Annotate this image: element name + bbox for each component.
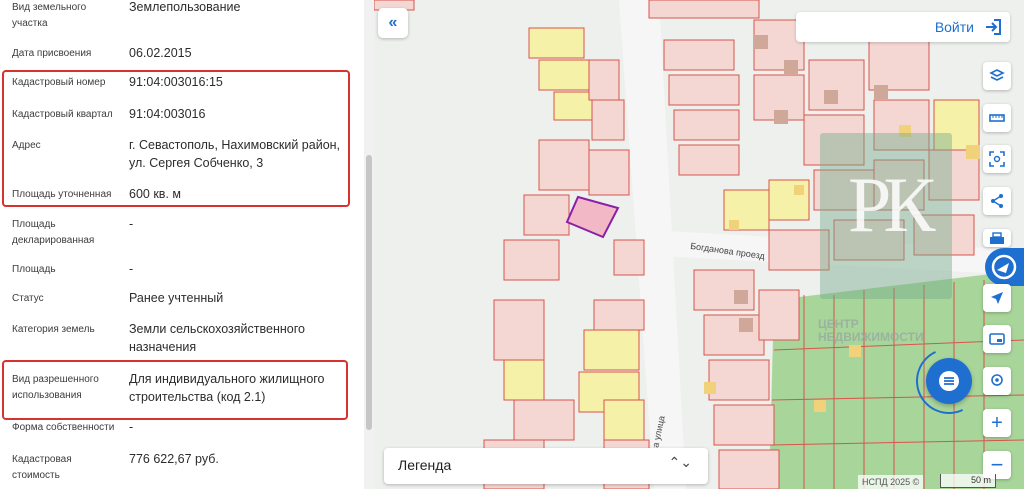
login-button[interactable]: Войти: [796, 12, 1010, 42]
login-icon: [986, 19, 1001, 35]
watermark-letters: РК: [848, 161, 935, 248]
share-button[interactable]: [983, 187, 1011, 215]
ruler-icon: [989, 114, 1005, 122]
chevron-updown-icon: ⌃⌄: [668, 454, 692, 470]
legend-dropdown[interactable]: Легенда ⌃⌄: [384, 448, 708, 484]
map-scale: 50 m: [940, 474, 996, 488]
field-value: 776 622,67 руб.: [129, 452, 219, 466]
screen-icon: [989, 333, 1005, 345]
pin-search-icon: [991, 374, 1003, 386]
field-label: Площадь: [12, 264, 56, 275]
watermark-text-line: НЕДВИЖИМОСТИ: [818, 330, 924, 344]
watermark-text: ЦЕНТР НЕДВИЖИМОСТИ: [818, 318, 924, 344]
field-value: -: [129, 420, 134, 434]
field-value: Ранее учтенный: [129, 291, 224, 305]
highlight-box-usage: [2, 360, 348, 420]
legend-label: Легенда: [398, 457, 452, 473]
zoom-in-button[interactable]: +: [983, 409, 1011, 437]
login-label: Войти: [934, 19, 974, 35]
chat-icon: [939, 371, 959, 391]
highlight-box-cadastral: [2, 70, 350, 207]
field-label: Вид земельного участка: [12, 2, 87, 29]
assistant-side-button[interactable]: [985, 248, 1024, 286]
print-button[interactable]: [983, 229, 1011, 247]
zoom-in-icon: +: [991, 412, 1003, 434]
locate-icon: [991, 292, 1003, 304]
map-attribution[interactable]: НСПД 2025 ©: [858, 475, 924, 489]
field-label: Статус: [12, 293, 44, 304]
chat-button[interactable]: [926, 358, 972, 404]
area-select-icon: [989, 151, 1005, 167]
share-icon: [991, 194, 1003, 208]
field-label: Дата присвоения: [12, 48, 92, 59]
assistant-icon: [991, 254, 1017, 280]
print-icon: [990, 232, 1004, 244]
screen-button[interactable]: [983, 325, 1011, 353]
ruler-button[interactable]: [983, 104, 1011, 132]
pin-search-button[interactable]: [983, 367, 1011, 395]
collapse-panel-button[interactable]: «: [378, 8, 408, 38]
field-value: -: [129, 262, 134, 276]
locate-button[interactable]: [983, 284, 1011, 312]
field-value: Землепользование: [129, 0, 241, 14]
field-value: Земли сельскохозяйственного назначения: [129, 322, 305, 354]
field-label: Площадь декларированная: [12, 219, 95, 246]
field-value: 06.02.2015: [129, 46, 192, 60]
layers-icon: [989, 69, 1005, 81]
zoom-out-icon: −: [990, 452, 1004, 477]
collapse-left-icon: «: [388, 14, 398, 31]
field-label: Категория земель: [12, 324, 95, 335]
field-label: Форма собственности: [12, 422, 115, 433]
panel-scrollbar-thumb[interactable]: [366, 155, 372, 430]
info-panel: Вид земельного участка Землепользование …: [0, 0, 364, 489]
cadastral-map[interactable]: РК ЦЕНТР НЕДВИЖИМОСТИ Богданова проезд .…: [374, 0, 1024, 489]
layers-button[interactable]: [983, 62, 1011, 90]
area-select-button[interactable]: [983, 145, 1011, 173]
field-label: Кадастровая стоимость: [12, 454, 72, 481]
field-value: -: [129, 217, 134, 231]
